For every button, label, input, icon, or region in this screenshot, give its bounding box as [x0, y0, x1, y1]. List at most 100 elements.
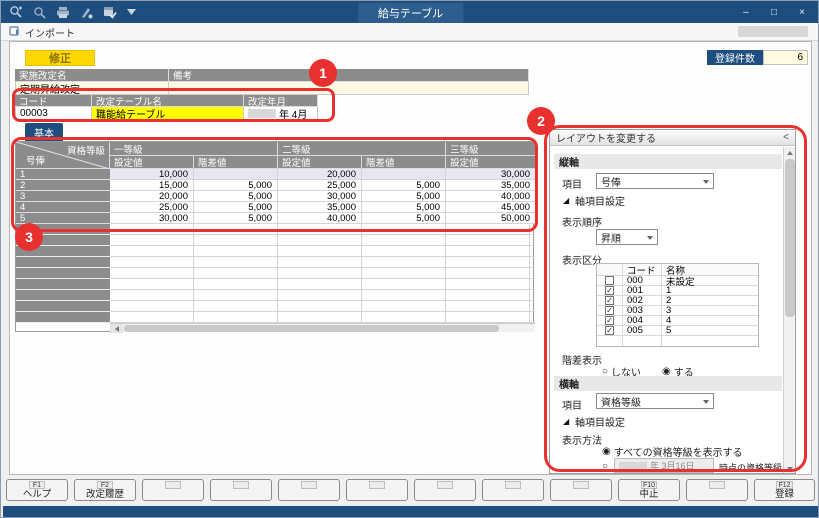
title-bar: 給与テーブル – □ × — [1, 1, 819, 23]
category-name: 未設定 — [662, 276, 758, 285]
fkey-key — [437, 481, 453, 489]
category-row: ✓ 001 1 — [597, 286, 758, 296]
checkbox[interactable]: ✓ — [605, 286, 614, 295]
pen-icon[interactable] — [80, 6, 93, 19]
row-header[interactable]: 4 — [16, 202, 110, 213]
fkey-key — [505, 481, 521, 489]
horizontal-item-value: 資格等級 — [601, 394, 641, 409]
subheader-set-2: 設定値 — [278, 156, 362, 169]
grid-cell[interactable]: 30,000 — [446, 169, 535, 180]
note-cell[interactable] — [168, 82, 529, 95]
grid-scrollbar-thumb[interactable] — [124, 325, 499, 332]
grid-cell[interactable]: 40,000 — [446, 191, 535, 202]
grid-cell[interactable]: 40,000 — [278, 213, 362, 224]
fkey-key: F1 — [29, 481, 45, 489]
scroll-down-button[interactable] — [784, 463, 796, 474]
import-button[interactable]: インポート — [9, 25, 75, 39]
fkey-f7-empty — [414, 479, 476, 501]
tab-basic[interactable]: 基本 — [25, 123, 63, 141]
code-cell[interactable]: 00003 — [15, 107, 92, 121]
checkbox[interactable]: ✓ — [605, 296, 614, 305]
empty-rows — [110, 224, 535, 323]
grid-cell[interactable]: 30,000 — [110, 213, 194, 224]
search-icon[interactable] — [33, 6, 46, 19]
grid-cell[interactable]: 5,000 — [362, 191, 446, 202]
zoom-in-icon[interactable] — [9, 5, 23, 19]
fkey-f2-revision-history[interactable]: F2改定履歴 — [74, 479, 136, 501]
grid-cell[interactable]: 25,000 — [278, 180, 362, 191]
fkey-f1-help[interactable]: F1ヘルプ — [6, 479, 68, 501]
minimize-button[interactable]: – — [734, 4, 758, 20]
scroll-left-button[interactable] — [110, 324, 123, 333]
grid-cell[interactable]: 5,000 — [362, 180, 446, 191]
checkbox[interactable]: ✓ — [605, 306, 614, 315]
axis-item-settings-label[interactable]: 軸項目設定 — [575, 414, 625, 429]
checkbox[interactable]: ✓ — [605, 316, 614, 325]
collapse-panel-icon[interactable]: < — [783, 132, 789, 143]
salary-table-window: 給与テーブル – □ × インポート 修正 登録件数 6 実施改定名 備考 定期… — [0, 0, 819, 518]
category-name: 1 — [662, 286, 758, 295]
radio-label: すべての資格等級を表示する — [614, 444, 743, 459]
grid-cell[interactable]: 5,000 — [362, 213, 446, 224]
fkey-key — [709, 481, 725, 489]
scroll-up-button[interactable] — [784, 147, 796, 158]
check-column-header — [597, 264, 623, 275]
row-header[interactable]: 2 — [16, 180, 110, 191]
category-name: 5 — [662, 326, 758, 335]
grid-cell[interactable]: 45,000 — [446, 202, 535, 213]
fkey-f12-register[interactable]: F12登録 — [754, 479, 815, 501]
grid-cell[interactable]: 10,000 — [110, 169, 194, 180]
grid-cell[interactable]: 20,000 — [278, 169, 362, 180]
row-header[interactable]: 1 — [16, 169, 110, 180]
chevron-down-icon — [703, 400, 709, 404]
grid-cell[interactable]: 20,000 — [110, 191, 194, 202]
grid-cell[interactable]: 35,000 — [446, 180, 535, 191]
print-icon[interactable] — [56, 6, 70, 19]
table-name-cell[interactable]: 職能給テーブル — [91, 107, 244, 121]
fkey-f10-cancel[interactable]: F10中止 — [618, 479, 680, 501]
date-input-disabled: 年 3月16日 — [614, 458, 714, 473]
expander-icon[interactable]: ◢ — [563, 417, 569, 426]
item-label: 項目 — [562, 176, 582, 191]
subheader-set-3: 設定値 — [446, 156, 535, 169]
app-check-icon[interactable] — [103, 6, 117, 19]
grid-cell[interactable] — [362, 169, 446, 180]
grid-cell[interactable]: 5,000 — [194, 180, 278, 191]
row-header[interactable]: 3 — [16, 191, 110, 202]
grid-cell[interactable]: 25,000 — [110, 202, 194, 213]
grid-cell[interactable]: 35,000 — [278, 202, 362, 213]
grid-cell[interactable]: 5,000 — [194, 191, 278, 202]
record-count-label: 登録件数 — [707, 50, 763, 65]
grid-cell[interactable]: 5,000 — [194, 202, 278, 213]
subheader-diff-2: 階差値 — [362, 156, 446, 169]
category-code: 001 — [623, 286, 662, 295]
close-button[interactable]: × — [790, 4, 814, 20]
horizontal-item-dropdown[interactable]: 資格等級 — [596, 393, 714, 409]
grid-cell[interactable]: 30,000 — [278, 191, 362, 202]
fkey-key — [573, 481, 589, 489]
maximize-button[interactable]: □ — [762, 4, 786, 20]
expander-icon[interactable]: ◢ — [563, 196, 569, 205]
display-order-dropdown[interactable]: 昇順 — [596, 229, 658, 245]
grid-cell[interactable] — [194, 169, 278, 180]
import-icon — [9, 26, 21, 38]
revision-date-cell[interactable]: 年 4月 — [243, 107, 318, 121]
radio-show-grades-at-date[interactable]: ○ — [602, 461, 608, 472]
grid-cell[interactable]: 5,000 — [194, 213, 278, 224]
panel-vertical-scrollbar[interactable] — [783, 147, 795, 474]
import-label: インポート — [25, 25, 75, 40]
grid-horizontal-scrollbar[interactable] — [110, 323, 535, 332]
category-code: 004 — [623, 316, 662, 325]
grid-cell[interactable]: 50,000 — [446, 213, 535, 224]
axis-item-settings-label[interactable]: 軸項目設定 — [575, 193, 625, 208]
grid-cell[interactable]: 15,000 — [110, 180, 194, 191]
category-code: 003 — [623, 306, 662, 315]
checkbox[interactable]: ✓ — [605, 326, 614, 335]
panel-scrollbar-thumb[interactable] — [785, 159, 795, 317]
radio-show-all-grades[interactable]: ◉ すべての資格等級を表示する — [602, 444, 743, 459]
grid-cell[interactable]: 5,000 — [362, 202, 446, 213]
toolbar-dropdown-icon[interactable] — [127, 9, 136, 15]
checkbox[interactable] — [605, 276, 614, 285]
subheader-set-1: 設定値 — [110, 156, 194, 169]
vertical-item-dropdown[interactable]: 号俸 — [596, 173, 714, 189]
